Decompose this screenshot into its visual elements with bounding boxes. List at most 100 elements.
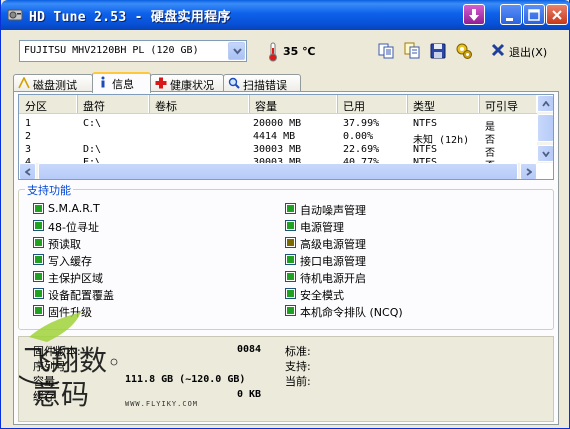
tab-info-label: 信息	[112, 78, 134, 91]
tab-benchmark[interactable]: 磁盘测试	[13, 74, 93, 92]
download-button[interactable]	[463, 4, 485, 25]
partition-table[interactable]: 分区 盘符 卷标 容量 已用 类型 可引导 1 C:\ 20000 MB 37.…	[18, 94, 554, 180]
column-header-partition[interactable]: 分区	[19, 95, 77, 113]
exit-button[interactable]: 退出(X)	[489, 41, 561, 61]
drive-info-box: 固件版本: 0084 序列号 容量 111.8 GB (~120.0 GB) 缓…	[18, 336, 554, 422]
feature-indicator	[285, 220, 296, 231]
chevron-down-icon	[542, 151, 550, 157]
exit-button-label: 退出(X)	[509, 46, 548, 59]
drive-select-dropdown-button[interactable]	[228, 42, 245, 60]
column-header-used[interactable]: 已用	[337, 95, 407, 113]
table-vertical-scrollbar[interactable]	[537, 95, 553, 163]
tab-health[interactable]: 健康状况	[150, 74, 224, 92]
feature-label: S.M.A.R.T	[48, 202, 100, 215]
table-row[interactable]: 1 C:\ 20000 MB 37.99% NTFS 是	[19, 118, 537, 133]
feature-indicator	[33, 288, 44, 299]
scroll-down-button[interactable]	[537, 145, 553, 162]
health-cross-icon	[155, 77, 167, 89]
current-label: 当前:	[285, 375, 311, 388]
table-horizontal-scrollbar[interactable]	[19, 163, 537, 179]
temperature-readout: 35 ℃	[283, 45, 316, 58]
feature-label: 接口电源管理	[300, 255, 366, 268]
copy-icon[interactable]	[377, 42, 395, 60]
feature-indicator	[33, 220, 44, 231]
cell-used: 0.00%	[343, 131, 374, 142]
firmware-label: 固件版本:	[33, 345, 81, 358]
close-button[interactable]	[546, 4, 568, 25]
minimize-icon	[506, 18, 513, 21]
exit-x-icon	[491, 43, 505, 57]
close-icon	[552, 10, 562, 20]
cell-used: 22.69%	[343, 144, 380, 155]
table-row[interactable]: 2 4414 MB 0.00% 未知 (12h) 否	[19, 131, 537, 146]
cell-type: NTFS	[413, 118, 438, 129]
supported-features-title: 支持功能	[25, 182, 73, 198]
app-window: HD Tune 2.53 - 硬盘实用程序 FUJITSU MHV2120BH …	[0, 0, 570, 429]
chevron-left-icon	[25, 168, 31, 176]
scroll-up-button[interactable]	[537, 95, 553, 112]
buffer-value: 0 KB	[237, 389, 262, 400]
feature-label: 待机电源开启	[300, 272, 366, 285]
feature-indicator	[33, 271, 44, 282]
feature-indicator	[285, 288, 296, 299]
feature-indicator	[285, 271, 296, 282]
column-header-type[interactable]: 类型	[407, 95, 479, 113]
horizontal-scroll-thumb[interactable]	[38, 163, 518, 179]
title-bar[interactable]: HD Tune 2.53 - 硬盘实用程序	[1, 0, 570, 30]
column-header-bootable[interactable]: 可引导	[479, 95, 537, 113]
feature-label: 安全模式	[300, 289, 344, 302]
feature-label: 预读取	[48, 238, 81, 251]
scroll-left-button[interactable]	[19, 163, 36, 179]
thermometer-icon	[269, 42, 277, 62]
feature-label: 固件升级	[48, 306, 92, 319]
feature-indicator	[285, 237, 296, 248]
cell-capacity: 4414 MB	[253, 131, 296, 142]
cell-drive: C:\	[83, 118, 102, 129]
feature-label: 本机命令排队 (NCQ)	[300, 306, 403, 319]
feature-indicator	[33, 237, 44, 248]
feature-label: 写入缓存	[48, 255, 92, 268]
table-row[interactable]: 3 D:\ 30003 MB 22.69% NTFS 否	[19, 144, 537, 159]
magnifier-icon	[228, 77, 240, 89]
info-tab-panel: 分区 盘符 卷标 容量 已用 类型 可引导 1 C:\ 20000 MB 37.…	[13, 91, 559, 425]
settings-icon[interactable]	[455, 42, 473, 60]
cell-partition: 2	[25, 131, 32, 142]
down-arrow-icon	[469, 9, 479, 21]
cell-partition: 1	[25, 118, 32, 129]
toolbar: FUJITSU MHV2120BH PL (120 GB) 35 ℃ 退出(X)	[5, 34, 567, 68]
cell-capacity: 20000 MB	[253, 118, 302, 129]
vertical-scroll-thumb[interactable]	[537, 114, 553, 142]
hdtune-app-icon	[7, 9, 23, 21]
scroll-right-button[interactable]	[520, 163, 537, 179]
feature-indicator	[285, 203, 296, 214]
copy-all-icon[interactable]	[403, 42, 421, 60]
drive-select-value: FUJITSU MHV2120BH PL (120 GB)	[24, 45, 199, 56]
feature-label: 自动噪声管理	[300, 204, 366, 217]
feature-label: 48-位寻址	[48, 221, 99, 234]
tab-info[interactable]: 信息	[92, 72, 151, 93]
feature-indicator	[33, 203, 44, 214]
feature-label: 电源管理	[300, 221, 344, 234]
buffer-label: 缓存	[33, 390, 55, 403]
column-header-label[interactable]: 卷标	[149, 95, 249, 113]
column-header-capacity[interactable]: 容量	[249, 95, 337, 113]
column-header-drive[interactable]: 盘符	[77, 95, 149, 113]
drive-select[interactable]: FUJITSU MHV2120BH PL (120 GB)	[19, 40, 247, 62]
cell-partition: 3	[25, 144, 32, 155]
minimize-button[interactable]	[500, 4, 522, 25]
maximize-button[interactable]	[523, 4, 545, 25]
save-icon[interactable]	[429, 42, 447, 60]
info-icon	[101, 76, 105, 88]
feature-indicator	[285, 305, 296, 316]
feature-label: 设备配置覆盖	[48, 289, 114, 302]
maximize-icon	[528, 9, 540, 21]
support-label: 支持:	[285, 360, 311, 373]
supported-features-group: 支持功能 S.M.A.R.T 48-位寻址 预读取 写入缓存 主保护区域 设备配…	[18, 182, 554, 330]
tab-strip: 磁盘测试 信息 健康状况 扫描错误	[13, 72, 559, 93]
feature-indicator	[33, 254, 44, 265]
feature-label: 高级电源管理	[300, 238, 366, 251]
tab-error-scan[interactable]: 扫描错误	[223, 74, 301, 92]
feature-indicator	[33, 305, 44, 316]
chevron-right-icon	[526, 168, 532, 176]
chevron-down-icon	[233, 48, 242, 55]
